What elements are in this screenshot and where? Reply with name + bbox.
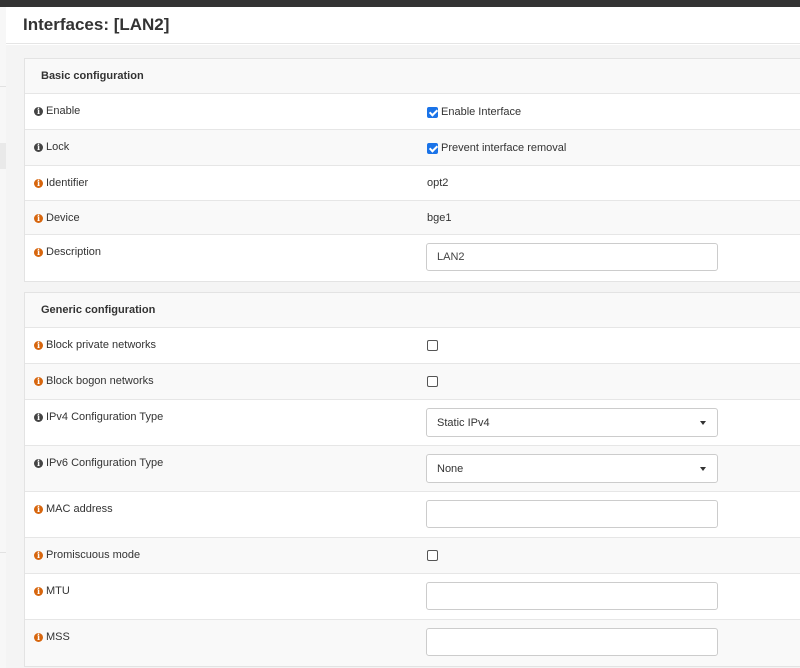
info-icon[interactable]: i	[34, 213, 43, 223]
ipv4-type-row: i IPv4 Configuration Type Static IPv4	[25, 400, 800, 446]
description-row: i Description LAN2	[25, 235, 800, 281]
identifier-value: opt2	[427, 177, 449, 189]
ipv4-type-select[interactable]: Static IPv4	[426, 408, 718, 437]
caret-down-icon	[700, 467, 706, 471]
mtu-input[interactable]	[426, 582, 718, 610]
info-icon[interactable]: i	[34, 340, 43, 350]
ipv6-type-row: i IPv6 Configuration Type None	[25, 446, 800, 492]
section-title: Generic configuration	[41, 304, 156, 316]
info-icon[interactable]: i	[34, 586, 43, 596]
device-label: Device	[46, 212, 80, 224]
generic-configuration-panel: Generic configuration i Block private net…	[24, 292, 800, 667]
promiscuous-checkbox[interactable]	[427, 550, 438, 561]
mac-address-input[interactable]	[426, 500, 718, 528]
mac-address-label: MAC address	[46, 503, 113, 515]
caret-down-icon	[700, 421, 706, 425]
enable-label: Enable	[46, 105, 81, 117]
ipv6-type-value: None	[437, 463, 464, 475]
promiscuous-label: Promiscuous mode	[46, 549, 141, 561]
block-bogon-checkbox[interactable]	[427, 376, 438, 387]
info-icon[interactable]: i	[34, 632, 43, 642]
mac-address-row: i MAC address	[25, 492, 800, 538]
identifier-label: Identifier	[46, 177, 89, 189]
section-header: Basic configuration	[25, 59, 800, 94]
ipv6-type-label: IPv6 Configuration Type	[46, 457, 164, 469]
info-icon[interactable]: i	[34, 458, 43, 468]
block-bogon-row: i Block bogon networks	[25, 364, 800, 400]
ipv4-type-value: Static IPv4	[437, 417, 490, 429]
mtu-row: i MTU	[25, 574, 800, 620]
lock-row: i Lock Prevent interface removal	[25, 130, 800, 166]
device-value: bge1	[427, 212, 452, 224]
block-bogon-label: Block bogon networks	[46, 375, 154, 387]
info-icon[interactable]: i	[34, 106, 43, 116]
device-row: i Device bge1	[25, 201, 800, 235]
block-private-row: i Block private networks	[25, 328, 800, 364]
section-header: Generic configuration	[25, 293, 800, 328]
promiscuous-row: i Promiscuous mode	[25, 538, 800, 574]
lock-checkbox[interactable]	[427, 142, 438, 154]
info-icon[interactable]: i	[34, 178, 43, 188]
main-section: Basic configuration i Enable Enable Inter…	[6, 45, 800, 668]
mss-row: i MSS	[25, 620, 800, 666]
block-private-checkbox[interactable]	[427, 340, 438, 351]
description-label: Description	[46, 246, 102, 258]
info-icon[interactable]: i	[34, 504, 43, 514]
basic-configuration-panel: Basic configuration i Enable Enable Inter…	[24, 58, 800, 282]
mss-label: MSS	[46, 631, 70, 643]
lock-checkbox-group[interactable]: Prevent interface removal	[427, 142, 566, 154]
info-icon[interactable]: i	[34, 142, 43, 152]
enable-row: i Enable Enable Interface	[25, 94, 800, 130]
enable-checkbox[interactable]	[427, 106, 438, 118]
section-title: Basic configuration	[41, 70, 144, 82]
lock-checkbox-label[interactable]: Prevent interface removal	[441, 142, 566, 154]
info-icon[interactable]: i	[34, 412, 43, 422]
identifier-row: i Identifier opt2	[25, 166, 800, 201]
description-input[interactable]: LAN2	[426, 243, 718, 271]
page-header: Interfaces: [LAN2]	[6, 7, 800, 44]
mss-input[interactable]	[426, 628, 718, 656]
info-icon[interactable]: i	[34, 550, 43, 560]
enable-checkbox-group[interactable]: Enable Interface	[427, 106, 521, 118]
info-icon[interactable]: i	[34, 247, 43, 257]
content-area: Interfaces: [LAN2] Basic configuration i…	[6, 7, 800, 668]
info-icon[interactable]: i	[34, 376, 43, 386]
lock-label: Lock	[46, 141, 70, 153]
page-title: Interfaces: [LAN2]	[23, 15, 170, 34]
mtu-label: MTU	[46, 585, 70, 597]
top-bar	[0, 0, 800, 7]
enable-checkbox-label[interactable]: Enable Interface	[441, 106, 521, 118]
block-private-label: Block private networks	[46, 339, 157, 351]
ipv6-type-select[interactable]: None	[426, 454, 718, 483]
ipv4-type-label: IPv4 Configuration Type	[46, 411, 164, 423]
